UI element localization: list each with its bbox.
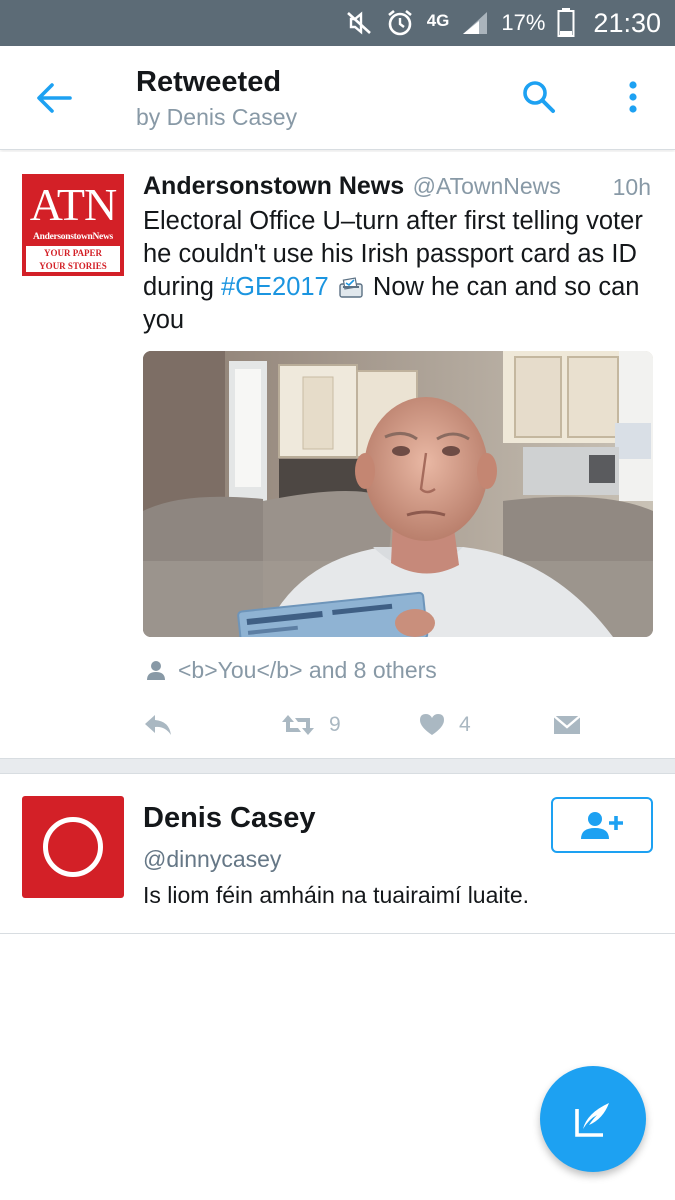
reply-icon [145, 715, 171, 735]
tweet-author-handle: @ATownNews [412, 173, 561, 199]
retweet-context-text: <b>You</b> and 8 others [178, 656, 437, 683]
network-type: 4G [426, 10, 450, 30]
retweet-button[interactable]: 9 [281, 708, 341, 742]
user-bio: Is liom féin amháin na tuairaimí luaite. [143, 882, 530, 908]
tweet-author-avatar[interactable]: ATN AndersonstownNews YOUR PAPER YOUR ST… [22, 174, 124, 276]
follow-button[interactable] [551, 797, 653, 853]
signal-icon [461, 10, 489, 36]
like-count: 4 [459, 713, 471, 736]
atn-tagline-line-1: YOUR PAPER [43, 248, 103, 258]
atn-logo-name: AndersonstownNews [33, 232, 113, 242]
clock: 21:30 [593, 7, 661, 38]
heart-icon [420, 714, 444, 735]
envelope-icon [553, 715, 581, 734]
battery-percent: 17% [501, 10, 546, 35]
ballot-box-icon [339, 277, 363, 298]
overflow-menu-button[interactable] [618, 76, 648, 118]
tweet-actions: 9 4 [143, 708, 653, 742]
user-card[interactable]: Denis Casey @dinnycasey Is liom féin amh… [0, 774, 675, 934]
page-title: Retweeted [136, 66, 282, 98]
tweet-header: Andersonstown News @ATownNews 10h [143, 172, 655, 206]
photo-man-with-passport-card [143, 351, 653, 637]
mute-icon [345, 10, 373, 36]
search-icon [523, 81, 555, 113]
ring-logo-icon [43, 817, 103, 877]
user-avatar[interactable] [22, 796, 124, 898]
compose-tweet-button[interactable] [540, 1066, 646, 1172]
retweet-context[interactable]: <b>You</b> and 8 others [146, 655, 437, 685]
reply-button[interactable] [143, 708, 173, 742]
overflow-menu-icon [629, 81, 637, 113]
atn-tagline-line-2: YOUR STORIES [39, 261, 107, 271]
user-handle: @dinnycasey [143, 846, 282, 872]
tweet-author-name[interactable]: Andersonstown News [143, 172, 404, 200]
section-divider [0, 758, 675, 774]
back-arrow-icon [37, 83, 72, 113]
battery-icon [557, 8, 575, 38]
tweet-text: Electoral Office U–turn after first tell… [143, 205, 643, 337]
person-icon [147, 661, 165, 680]
retweet-icon [282, 715, 314, 735]
page-subtitle: by Denis Casey [136, 104, 298, 130]
tweet-timestamp: 10h [612, 174, 651, 200]
direct-message-button[interactable] [553, 708, 581, 742]
alarm-icon [385, 8, 415, 38]
compose-quill-icon [575, 1103, 609, 1137]
status-bar: 4G 17% 21:30 [0, 0, 675, 46]
atn-logo-tagline: YOUR PAPER YOUR STORIES [26, 246, 120, 272]
hashtag-link[interactable]: #GE2017 [221, 273, 329, 301]
retweet-count: 9 [329, 713, 341, 736]
back-button[interactable] [34, 78, 74, 118]
tweet-photo[interactable] [143, 351, 653, 637]
add-user-icon [581, 812, 623, 839]
atn-logo-text: ATN [29, 179, 117, 230]
tweet[interactable]: ATN AndersonstownNews YOUR PAPER YOUR ST… [0, 152, 675, 758]
user-name[interactable]: Denis Casey [143, 802, 316, 835]
search-button[interactable] [518, 76, 560, 118]
app-header: Retweeted by Denis Casey [0, 46, 675, 150]
like-button[interactable]: 4 [419, 708, 471, 742]
